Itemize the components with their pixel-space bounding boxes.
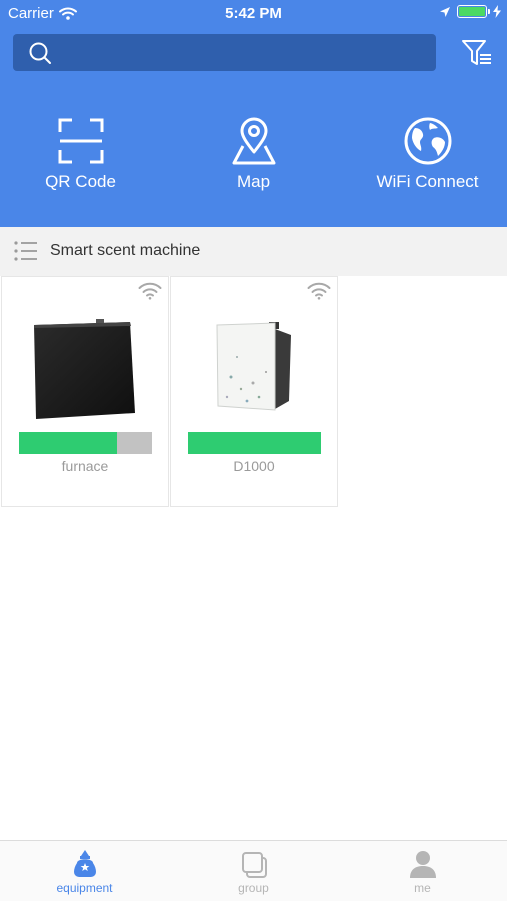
filter-button[interactable] <box>461 38 493 68</box>
device-image-d1000 <box>216 322 291 411</box>
search-box[interactable] <box>13 34 436 73</box>
tab-equipment[interactable]: equipment <box>0 841 169 901</box>
map-button[interactable]: Map <box>169 116 338 192</box>
category-label: Smart scent machine <box>50 242 201 259</box>
search-input[interactable] <box>65 34 429 73</box>
filter-icon <box>462 40 491 65</box>
device-card-d1000[interactable]: D1000 <box>170 276 338 507</box>
device-name: D1000 <box>233 458 275 474</box>
scent-drop-icon <box>73 850 96 877</box>
wifi-icon <box>307 282 331 300</box>
device-card-furnace[interactable]: furnace <box>1 276 169 507</box>
wifi-connect-label: WiFi Connect <box>376 172 479 191</box>
qr-code-label: QR Code <box>45 172 116 191</box>
search-icon <box>29 42 51 64</box>
tab-group[interactable]: group <box>169 841 338 901</box>
globe-icon <box>404 117 451 165</box>
group-icon <box>241 852 267 878</box>
qr-code-button[interactable]: QR Code <box>0 116 165 192</box>
device-grid: furnace D1000 <box>0 276 507 508</box>
category-bar[interactable]: Smart scent machine <box>0 227 507 276</box>
tab-me[interactable]: me <box>338 841 507 901</box>
map-pin-icon <box>232 117 275 165</box>
tab-bar: equipment group me <box>0 840 507 901</box>
tab-label: equipment <box>56 881 113 895</box>
list-icon <box>14 241 37 261</box>
status-time: 5:42 PM <box>225 5 282 22</box>
wifi-icon <box>138 282 162 300</box>
battery-icon <box>457 5 490 18</box>
charging-bolt-icon <box>493 5 501 18</box>
device-name: furnace <box>61 458 109 474</box>
wifi-connect-button[interactable]: WiFi Connect <box>343 116 507 192</box>
level-fill <box>188 432 321 454</box>
quick-actions: QR Code Map WiFi Connect <box>0 116 507 206</box>
level-bar <box>188 432 321 454</box>
battery-level <box>459 7 485 16</box>
level-bar <box>19 432 152 454</box>
header: Carrier 5:42 PM QR Code Map WiFi Connect <box>0 0 507 227</box>
qr-scan-icon <box>58 118 103 164</box>
status-right <box>439 5 501 18</box>
level-fill <box>19 432 118 454</box>
status-bar: Carrier 5:42 PM <box>0 0 507 28</box>
map-label: Map <box>236 172 271 191</box>
tab-label: me <box>414 881 431 895</box>
location-arrow-icon <box>440 6 450 17</box>
tab-label: group <box>238 881 269 895</box>
device-image-furnace <box>34 319 135 419</box>
person-icon <box>409 851 436 878</box>
